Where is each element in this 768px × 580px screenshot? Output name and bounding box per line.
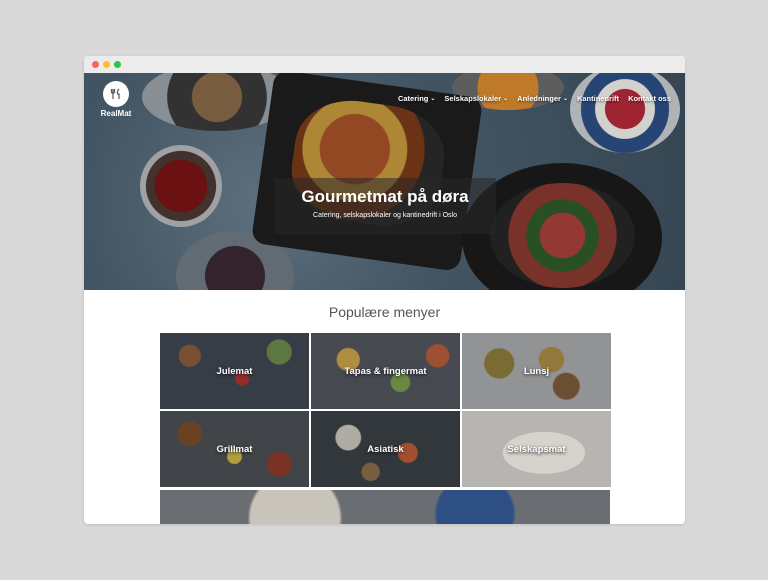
maximize-window-dot[interactable]: [114, 61, 121, 68]
section-title: Populære menyer: [328, 304, 441, 320]
site-logo[interactable]: RealMat: [96, 81, 136, 118]
menu-tile-grillmat[interactable]: Grillmat: [160, 411, 309, 487]
nav-item-selskapslokaler[interactable]: Selskapslokaler ⌄: [444, 94, 508, 103]
browser-window: RealMat Catering ⌄ Selskapslokaler ⌄ Anl…: [84, 56, 685, 524]
hero-banner: RealMat Catering ⌄ Selskapslokaler ⌄ Anl…: [84, 73, 685, 290]
minimize-window-dot[interactable]: [103, 61, 110, 68]
menu-tile-label: Tapas & fingermat: [344, 365, 427, 377]
menu-grid: Julemat Tapas & fingermat Lunsj Grillmat…: [160, 333, 611, 487]
menu-tile-label: Selskapsmat: [507, 443, 566, 455]
menu-tile-label: Julemat: [216, 365, 253, 377]
nav-item-catering[interactable]: Catering ⌄: [398, 94, 435, 103]
menu-tile-selskapsmat[interactable]: Selskapsmat: [462, 411, 611, 487]
menu-tile-partial[interactable]: [160, 490, 610, 524]
nav-item-kantinedrift[interactable]: Kantinedrift: [577, 94, 619, 103]
hero-subtitle: Catering, selskapslokaler og kantinedrif…: [313, 212, 457, 219]
chevron-down-icon: ⌄: [430, 96, 436, 102]
nav-item-label: Selskapslokaler: [444, 94, 502, 103]
menu-tile-label: Asiatisk: [367, 443, 404, 455]
nav-item-label: Catering: [397, 94, 429, 103]
menu-tile-julemat[interactable]: Julemat: [160, 333, 309, 409]
nav-item-anledninger[interactable]: Anledninger ⌄: [517, 94, 568, 103]
menu-tile-tapas[interactable]: Tapas & fingermat: [311, 333, 460, 409]
main-navigation: Catering ⌄ Selskapslokaler ⌄ Anledninger…: [398, 94, 671, 103]
nav-item-label: Kantinedrift: [576, 94, 620, 103]
nav-item-kontakt-oss[interactable]: Kontakt oss: [628, 94, 671, 103]
close-window-dot[interactable]: [92, 61, 99, 68]
window-titlebar: [84, 56, 685, 73]
chevron-down-icon: ⌄: [562, 96, 568, 102]
brand-name: RealMat: [100, 109, 132, 118]
menu-tile-asiatisk[interactable]: Asiatisk: [311, 411, 460, 487]
nav-item-label: Anledninger: [517, 94, 561, 103]
menu-tile-label: Lunsj: [523, 365, 550, 377]
menu-tile-lunsj[interactable]: Lunsj: [462, 333, 611, 409]
menu-tile-label: Grillmat: [216, 443, 253, 455]
chevron-down-icon: ⌄: [503, 96, 509, 102]
fork-knife-icon: [103, 81, 129, 107]
hero-title: Gourmetmat på døra: [301, 187, 469, 206]
nav-item-label: Kontakt oss: [628, 94, 671, 103]
hero-caption-box: Gourmetmat på døra Catering, selskapslok…: [274, 178, 496, 234]
